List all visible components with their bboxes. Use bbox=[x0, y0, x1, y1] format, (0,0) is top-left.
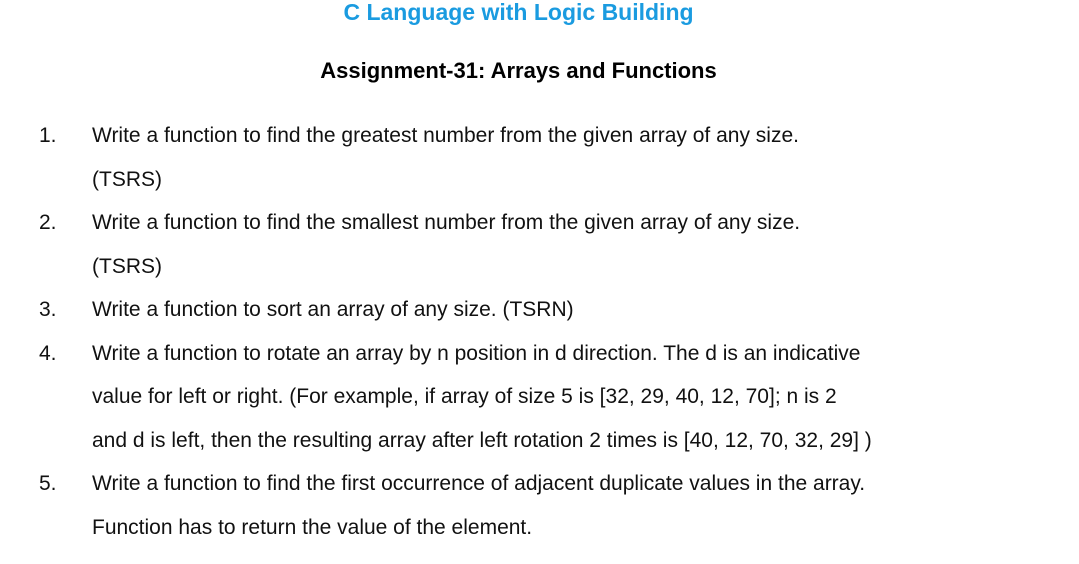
question-item-3: 3. Write a function to sort an array of … bbox=[0, 288, 1079, 332]
question-text: Write a function to sort an array of any… bbox=[92, 288, 1067, 332]
question-number: 4. bbox=[39, 341, 57, 365]
question-line: (TSRS) bbox=[92, 167, 162, 191]
question-item-4: 4. Write a function to rotate an array b… bbox=[0, 332, 1079, 463]
course-title: C Language with Logic Building bbox=[343, 0, 694, 25]
assignment-title: Assignment-31: Arrays and Functions bbox=[320, 58, 717, 83]
question-line: Write a function to find the greatest nu… bbox=[92, 124, 799, 147]
question-item-1: 1. Write a function to find the greatest… bbox=[0, 114, 1079, 201]
question-line: Function has to return the value of the … bbox=[92, 515, 533, 539]
question-line: Write a function to sort an array of any… bbox=[92, 298, 574, 321]
question-item-2: 2. Write a function to find the smallest… bbox=[0, 201, 1079, 288]
question-text: Write a function to find the smallest nu… bbox=[92, 201, 1067, 288]
question-text: Write a function to find the greatest nu… bbox=[92, 114, 1067, 201]
question-line: value for left or right. (For example, i… bbox=[92, 385, 837, 408]
question-item-5: 5. Write a function to find the first oc… bbox=[0, 462, 1079, 549]
question-line: (TSRS) bbox=[92, 254, 162, 278]
question-line: and d is left, then the resulting array … bbox=[92, 428, 872, 452]
question-number: 3. bbox=[39, 298, 57, 321]
question-line: Write a function to rotate an array by n… bbox=[92, 341, 861, 365]
question-line: Write a function to find the smallest nu… bbox=[92, 211, 801, 234]
question-text: Write a function to find the first occur… bbox=[92, 462, 1067, 549]
question-number: 1. bbox=[39, 124, 57, 147]
question-number: 2. bbox=[39, 211, 57, 234]
question-number: 5. bbox=[39, 472, 57, 495]
question-line: Write a function to find the first occur… bbox=[92, 472, 866, 495]
document-page: C Language with Logic Building Assignmen… bbox=[0, 0, 1079, 564]
question-list: 1. Write a function to find the greatest… bbox=[0, 114, 1079, 549]
question-text: Write a function to rotate an array by n… bbox=[92, 332, 1067, 463]
